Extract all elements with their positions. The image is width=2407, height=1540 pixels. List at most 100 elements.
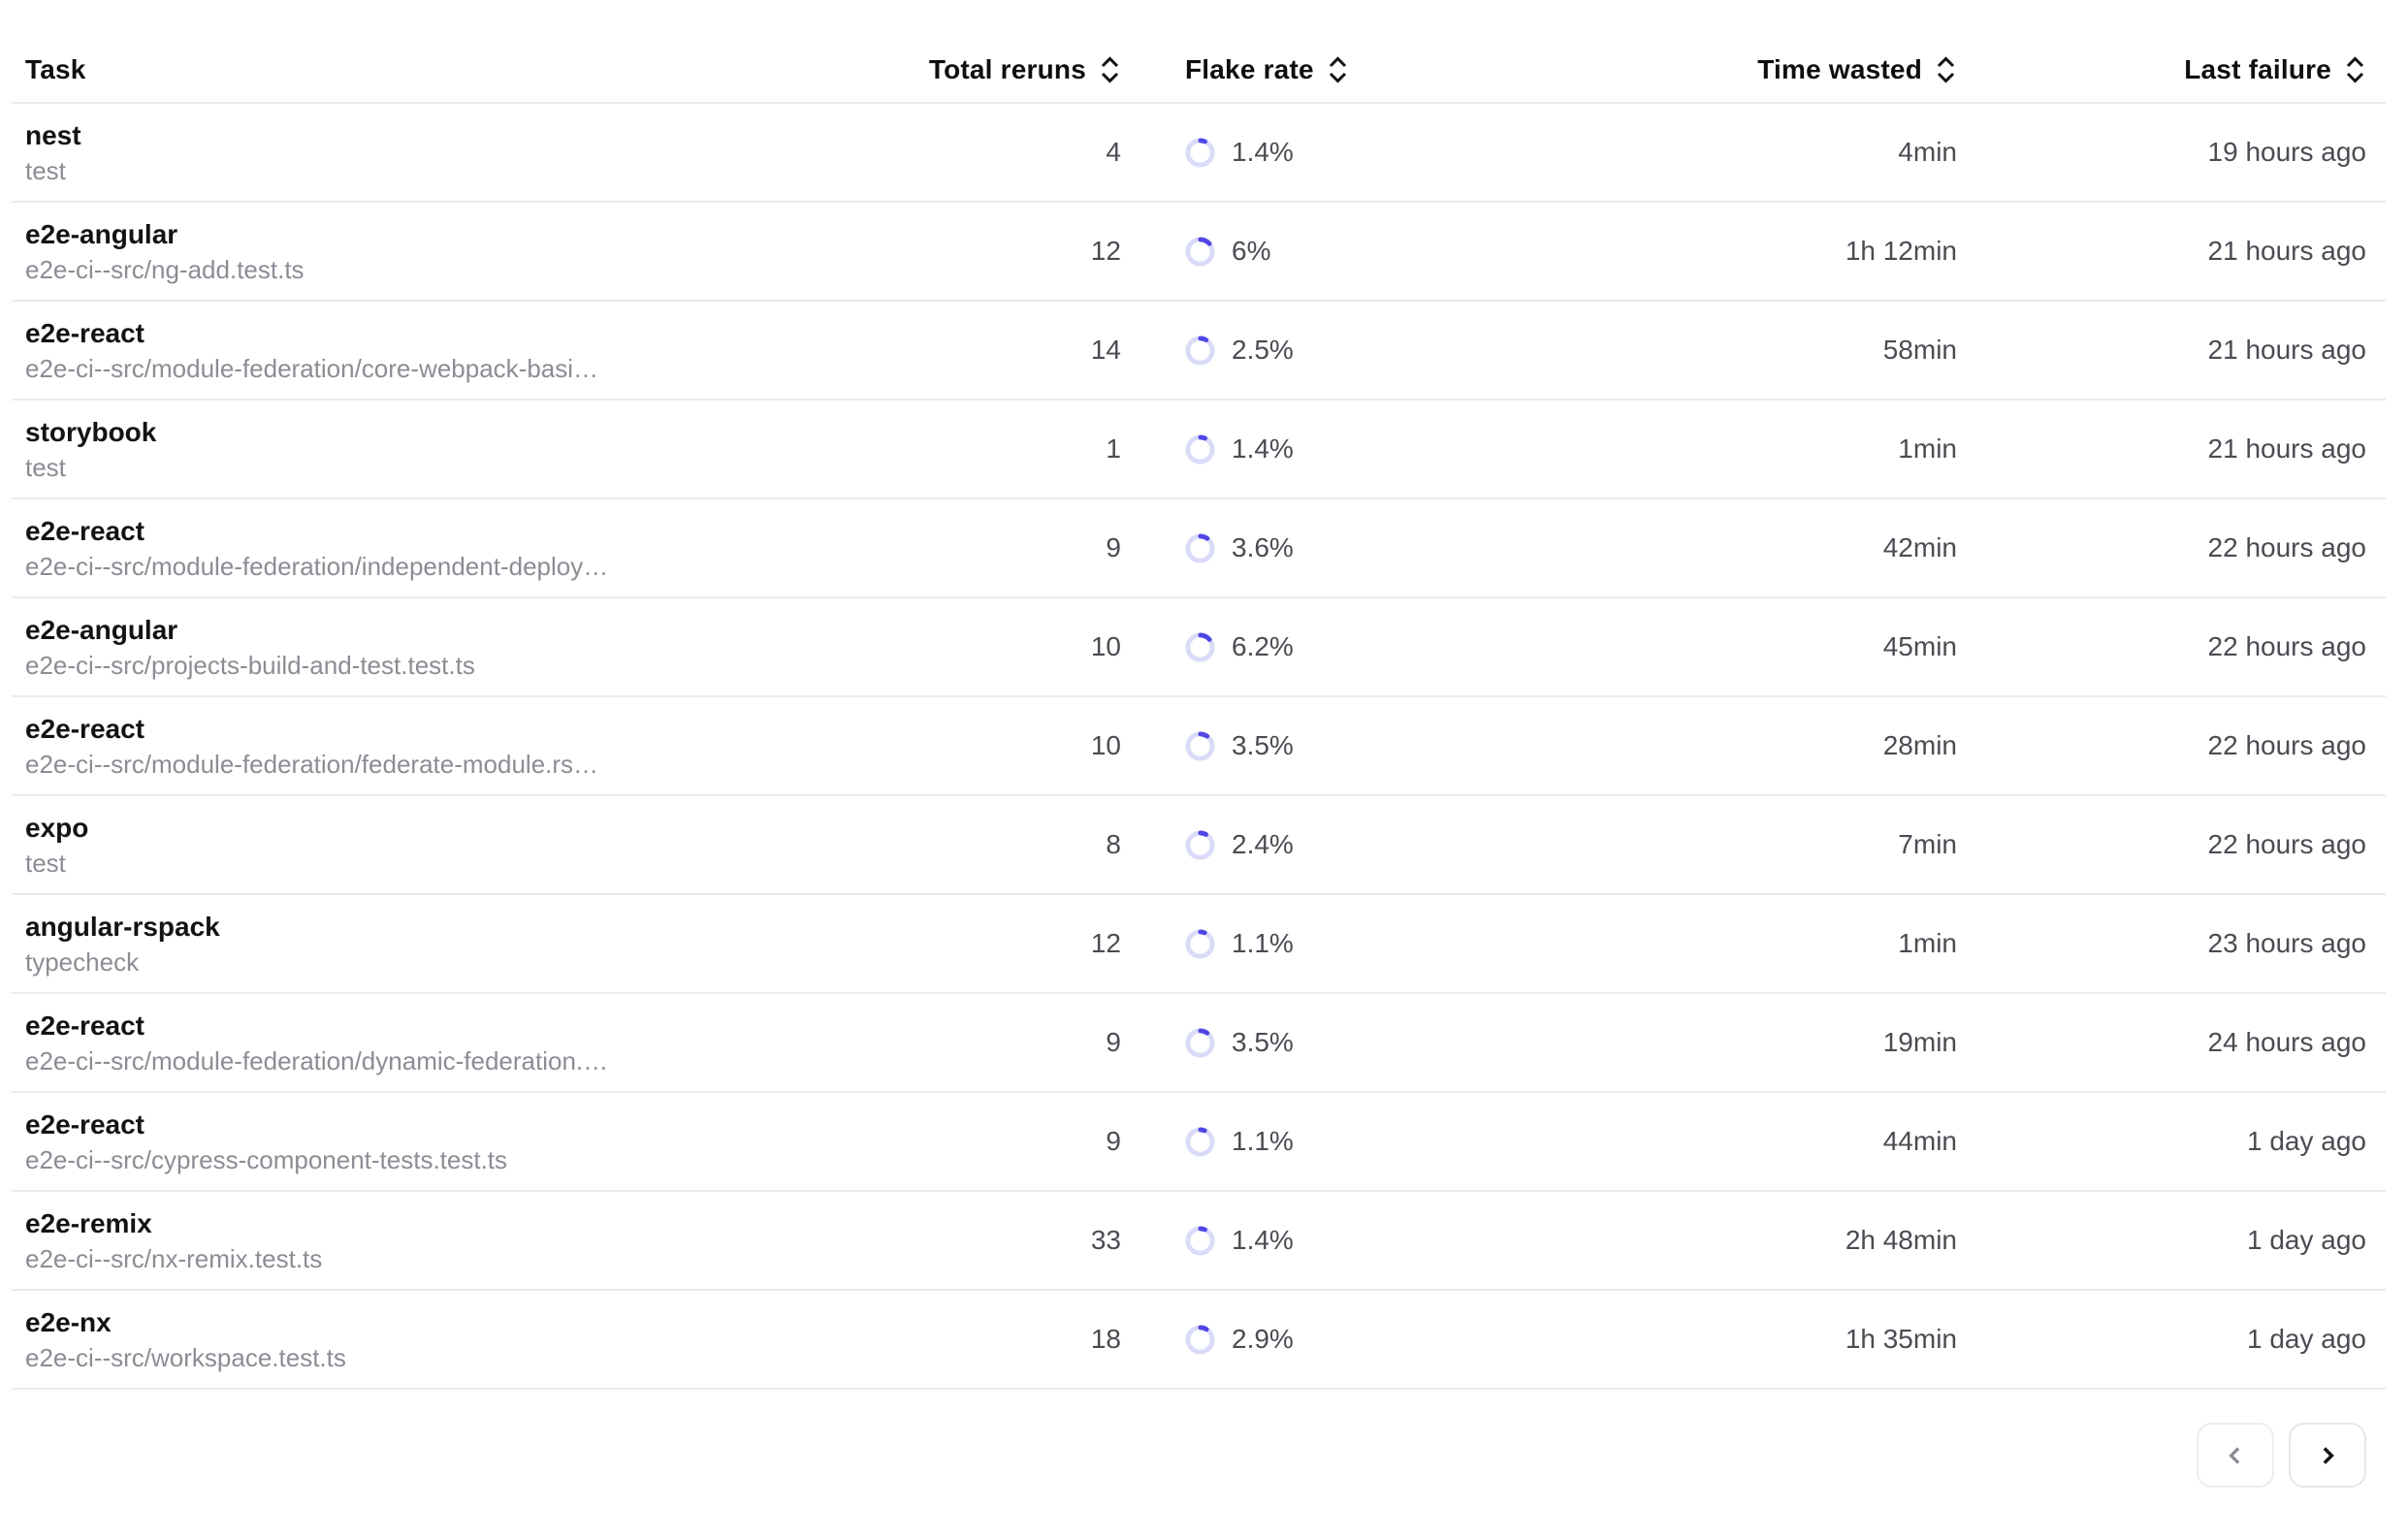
last-failure-cell: 21 hours ago — [1957, 236, 2386, 267]
task-target: e2e-ci--src/projects-build-and-test.test… — [25, 649, 956, 682]
task-cell: nest test — [12, 117, 972, 187]
time-wasted-cell: 19min — [1573, 1027, 1957, 1058]
sort-control-time-wasted[interactable]: Time wasted — [1757, 54, 1957, 85]
column-header-time-wasted: Time wasted — [1573, 54, 1957, 85]
total-reruns-value: 1 — [1106, 433, 1121, 465]
task-name: e2e-angular — [25, 216, 972, 253]
task-name: e2e-nx — [25, 1304, 972, 1341]
task-cell: e2e-angular e2e-ci--src/projects-build-a… — [12, 612, 972, 682]
time-wasted-cell: 7min — [1573, 829, 1957, 860]
flake-rate-cell: 3.5% — [1121, 1027, 1573, 1058]
last-failure-cell: 22 hours ago — [1957, 730, 2386, 761]
flake-rate-cell: 1.1% — [1121, 1126, 1573, 1157]
last-failure-value: 21 hours ago — [2208, 236, 2366, 267]
sort-chevrons-icon — [1935, 54, 1957, 85]
time-wasted-value: 1min — [1898, 433, 1957, 465]
previous-page-button[interactable] — [2197, 1423, 2274, 1488]
column-header-total-reruns: Total reruns — [972, 54, 1121, 85]
sort-control-total-reruns[interactable]: Total reruns — [929, 54, 1121, 85]
column-header-time-wasted-label: Time wasted — [1757, 54, 1922, 85]
table-row[interactable]: angular-rspack typecheck 12 1.1% 1min 23… — [12, 895, 2386, 994]
chevron-left-icon — [2221, 1441, 2250, 1470]
task-target: test — [25, 451, 956, 484]
flake-rate-cell: 1.4% — [1121, 433, 1573, 465]
total-reruns-cell: 1 — [972, 433, 1121, 465]
last-failure-cell: 21 hours ago — [1957, 335, 2386, 366]
time-wasted-value: 4min — [1898, 137, 1957, 168]
table-row[interactable]: e2e-react e2e-ci--src/module-federation/… — [12, 697, 2386, 796]
total-reruns-cell: 9 — [972, 1027, 1121, 1058]
table-row[interactable]: e2e-react e2e-ci--src/module-federation/… — [12, 302, 2386, 401]
time-wasted-cell: 1h 35min — [1573, 1324, 1957, 1355]
table-row[interactable]: expo test 8 2.4% 7min 22 hours ago — [12, 796, 2386, 895]
flake-rate-value: 1.4% — [1232, 433, 1294, 465]
flake-rate-cell: 6.2% — [1121, 631, 1573, 662]
task-name: expo — [25, 810, 972, 847]
table-row[interactable]: storybook test 1 1.4% 1min 21 hours ago — [12, 401, 2386, 499]
task-name: angular-rspack — [25, 909, 972, 946]
flake-rate-cell: 1.4% — [1121, 1225, 1573, 1256]
task-cell: e2e-remix e2e-ci--src/nx-remix.test.ts — [12, 1205, 972, 1275]
last-failure-value: 1 day ago — [2247, 1324, 2366, 1355]
last-failure-value: 23 hours ago — [2208, 928, 2366, 959]
sort-control-last-failure[interactable]: Last failure — [2184, 54, 2366, 85]
sort-chevrons-icon — [1327, 54, 1349, 85]
last-failure-value: 22 hours ago — [2208, 730, 2366, 761]
flaky-tasks-table: Task Total reruns Flake rate Time wasted — [12, 0, 2386, 1390]
sort-control-flake-rate[interactable]: Flake rate — [1185, 54, 1349, 85]
last-failure-cell: 21 hours ago — [1957, 433, 2386, 465]
flake-rate-cell: 2.4% — [1121, 829, 1573, 860]
table-row[interactable]: e2e-nx e2e-ci--src/workspace.test.ts 18 … — [12, 1291, 2386, 1390]
time-wasted-cell: 45min — [1573, 631, 1957, 662]
time-wasted-value: 1h 12min — [1845, 236, 1957, 267]
column-header-flake-rate: Flake rate — [1121, 54, 1573, 85]
table-row[interactable]: e2e-angular e2e-ci--src/projects-build-a… — [12, 598, 2386, 697]
last-failure-value: 22 hours ago — [2208, 829, 2366, 860]
total-reruns-cell: 9 — [972, 1126, 1121, 1157]
last-failure-cell: 22 hours ago — [1957, 631, 2386, 662]
flake-rate-value: 6% — [1232, 236, 1270, 267]
last-failure-value: 21 hours ago — [2208, 335, 2366, 366]
time-wasted-value: 2h 48min — [1845, 1225, 1957, 1256]
time-wasted-value: 44min — [1883, 1126, 1957, 1157]
task-target: e2e-ci--src/workspace.test.ts — [25, 1341, 956, 1374]
flake-rate-donut-icon — [1185, 929, 1215, 959]
last-failure-cell: 1 day ago — [1957, 1324, 2386, 1355]
time-wasted-value: 1h 35min — [1845, 1324, 1957, 1355]
flake-rate-donut-icon — [1185, 1226, 1215, 1256]
task-cell: e2e-angular e2e-ci--src/ng-add.test.ts — [12, 216, 972, 286]
task-name: nest — [25, 117, 972, 154]
total-reruns-value: 12 — [1091, 928, 1121, 959]
time-wasted-cell: 44min — [1573, 1126, 1957, 1157]
column-header-flake-rate-label: Flake rate — [1185, 54, 1314, 85]
task-target: typecheck — [25, 946, 956, 979]
table-row[interactable]: e2e-angular e2e-ci--src/ng-add.test.ts 1… — [12, 203, 2386, 302]
flake-rate-value: 3.5% — [1232, 730, 1294, 761]
table-row[interactable]: nest test 4 1.4% 4min 19 hours ago — [12, 104, 2386, 203]
total-reruns-cell: 10 — [972, 730, 1121, 761]
column-header-last-failure-label: Last failure — [2184, 54, 2331, 85]
flake-rate-donut-icon — [1185, 533, 1215, 563]
time-wasted-cell: 1min — [1573, 928, 1957, 959]
total-reruns-value: 4 — [1106, 137, 1121, 168]
time-wasted-value: 7min — [1898, 829, 1957, 860]
table-row[interactable]: e2e-react e2e-ci--src/module-federation/… — [12, 994, 2386, 1093]
sort-chevrons-icon — [2344, 54, 2366, 85]
pagination — [0, 1423, 2407, 1488]
task-name: e2e-react — [25, 513, 972, 550]
next-page-button[interactable] — [2289, 1423, 2366, 1488]
last-failure-cell: 1 day ago — [1957, 1225, 2386, 1256]
flake-rate-donut-icon — [1185, 237, 1215, 267]
flake-rate-cell: 6% — [1121, 236, 1573, 267]
table-row[interactable]: e2e-react e2e-ci--src/cypress-component-… — [12, 1093, 2386, 1192]
flake-rate-donut-icon — [1185, 1325, 1215, 1355]
table-row[interactable]: e2e-react e2e-ci--src/module-federation/… — [12, 499, 2386, 598]
time-wasted-cell: 28min — [1573, 730, 1957, 761]
flake-rate-cell: 2.5% — [1121, 335, 1573, 366]
table-row[interactable]: e2e-remix e2e-ci--src/nx-remix.test.ts 3… — [12, 1192, 2386, 1291]
flake-rate-donut-icon — [1185, 336, 1215, 366]
task-cell: angular-rspack typecheck — [12, 909, 972, 979]
column-header-last-failure: Last failure — [1957, 54, 2386, 85]
task-name: storybook — [25, 414, 972, 451]
chevron-right-icon — [2313, 1441, 2342, 1470]
